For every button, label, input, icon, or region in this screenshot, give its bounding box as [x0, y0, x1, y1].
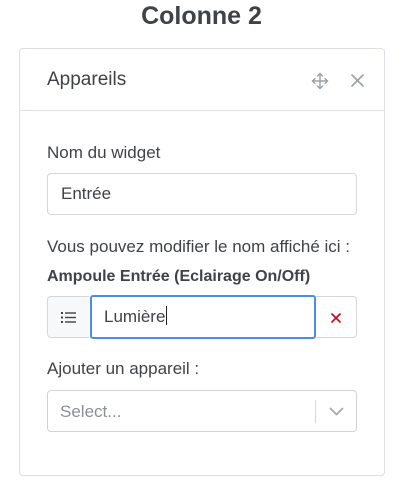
- display-name-value: Lumière: [104, 307, 166, 326]
- devices-widget-card: Appareils Nom du widget Entrée Vous pouv…: [19, 48, 385, 476]
- display-name-input-group: Lumière: [47, 295, 357, 339]
- device-label: Ampoule Entrée (Eclairage On/Off): [47, 268, 311, 285]
- select-placeholder: Select...: [60, 402, 122, 421]
- remove-icon: [331, 313, 341, 323]
- close-icon[interactable]: [350, 73, 365, 88]
- move-icon[interactable]: [311, 72, 329, 90]
- list-button[interactable]: [47, 296, 89, 338]
- add-device-select[interactable]: Select...: [47, 390, 357, 432]
- display-name-help-text: Vous pouvez modifier le nom affiché ici …: [47, 237, 351, 256]
- list-icon: [61, 312, 76, 323]
- widget-name-label: Nom du widget: [47, 143, 161, 162]
- text-caret: [166, 306, 168, 325]
- select-separator: [315, 400, 316, 423]
- chevron-down-icon[interactable]: [329, 406, 344, 417]
- display-name-input[interactable]: Lumière: [90, 295, 316, 339]
- card-header: Appareils: [20, 49, 384, 111]
- widget-name-input[interactable]: Entrée: [47, 173, 357, 215]
- column-title: Colonne 2: [141, 2, 262, 30]
- card-title: Appareils: [47, 69, 127, 90]
- remove-button[interactable]: [316, 296, 357, 338]
- add-device-label: Ajouter un appareil :: [47, 359, 200, 378]
